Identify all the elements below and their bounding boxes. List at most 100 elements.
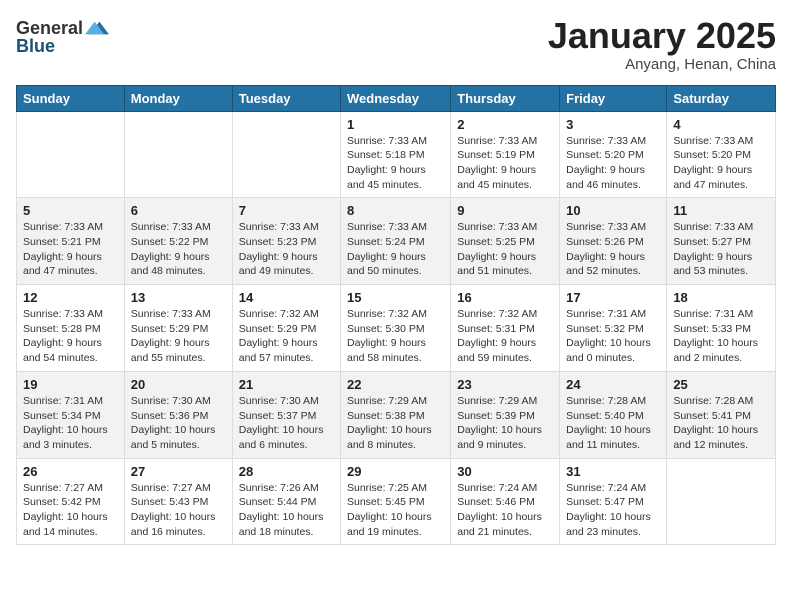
day-info: Sunrise: 7:26 AM Sunset: 5:44 PM Dayligh… (239, 481, 334, 540)
day-info: Sunrise: 7:25 AM Sunset: 5:45 PM Dayligh… (347, 481, 444, 540)
day-number: 21 (239, 377, 334, 392)
day-number: 31 (566, 464, 660, 479)
calendar-cell: 29 Sunrise: 7:25 AM Sunset: 5:45 PM Dayli… (341, 458, 451, 545)
day-number: 2 (457, 117, 553, 132)
day-info: Sunrise: 7:33 AM Sunset: 5:25 PM Dayligh… (457, 220, 553, 279)
day-info: Sunrise: 7:29 AM Sunset: 5:39 PM Dayligh… (457, 394, 553, 453)
day-number: 14 (239, 290, 334, 305)
day-info: Sunrise: 7:33 AM Sunset: 5:20 PM Dayligh… (566, 134, 660, 193)
day-info: Sunrise: 7:30 AM Sunset: 5:37 PM Dayligh… (239, 394, 334, 453)
logo-icon (85, 16, 109, 40)
day-header-wednesday: Wednesday (341, 85, 451, 111)
day-header-tuesday: Tuesday (232, 85, 340, 111)
day-info: Sunrise: 7:28 AM Sunset: 5:41 PM Dayligh… (673, 394, 769, 453)
day-info: Sunrise: 7:33 AM Sunset: 5:24 PM Dayligh… (347, 220, 444, 279)
calendar-cell: 5 Sunrise: 7:33 AM Sunset: 5:21 PM Daylig… (17, 198, 125, 285)
day-info: Sunrise: 7:32 AM Sunset: 5:31 PM Dayligh… (457, 307, 553, 366)
logo: General Blue (16, 16, 109, 57)
day-number: 5 (23, 203, 118, 218)
day-number: 6 (131, 203, 226, 218)
day-info: Sunrise: 7:31 AM Sunset: 5:34 PM Dayligh… (23, 394, 118, 453)
day-number: 17 (566, 290, 660, 305)
calendar-cell: 8Sunrise: 7:33 AM Sunset: 5:24 PM Daylig… (341, 198, 451, 285)
day-info: Sunrise: 7:33 AM Sunset: 5:22 PM Dayligh… (131, 220, 226, 279)
calendar-cell: 6 Sunrise: 7:33 AM Sunset: 5:22 PM Daylig… (124, 198, 232, 285)
calendar-cell: 3Sunrise: 7:33 AM Sunset: 5:20 PM Daylig… (560, 111, 667, 198)
day-number: 11 (673, 203, 769, 218)
calendar-cell (124, 111, 232, 198)
day-info: Sunrise: 7:27 AM Sunset: 5:42 PM Dayligh… (23, 481, 118, 540)
page: General Blue January 2025 Anyang, Henan,… (0, 0, 792, 561)
day-number: 23 (457, 377, 553, 392)
calendar-week-row: 1 Sunrise: 7:33 AM Sunset: 5:18 PM Daylig… (17, 111, 776, 198)
calendar-cell: 10Sunrise: 7:33 AM Sunset: 5:26 PM Dayli… (560, 198, 667, 285)
calendar-cell: 12 Sunrise: 7:33 AM Sunset: 5:28 PM Dayli… (17, 285, 125, 372)
header: General Blue January 2025 Anyang, Henan,… (16, 16, 776, 73)
day-info: Sunrise: 7:32 AM Sunset: 5:29 PM Dayligh… (239, 307, 334, 366)
calendar-cell (17, 111, 125, 198)
day-number: 1 (347, 117, 444, 132)
day-number: 9 (457, 203, 553, 218)
calendar-cell: 13 Sunrise: 7:33 AM Sunset: 5:29 PM Dayli… (124, 285, 232, 372)
day-info: Sunrise: 7:33 AM Sunset: 5:19 PM Dayligh… (457, 134, 553, 193)
day-number: 29 (347, 464, 444, 479)
calendar-cell: 31 Sunrise: 7:24 AM Sunset: 5:47 PM Dayli… (560, 458, 667, 545)
day-number: 30 (457, 464, 553, 479)
calendar-cell: 19 Sunrise: 7:31 AM Sunset: 5:34 PM Dayli… (17, 371, 125, 458)
day-header-friday: Friday (560, 85, 667, 111)
day-number: 18 (673, 290, 769, 305)
day-number: 10 (566, 203, 660, 218)
day-number: 7 (239, 203, 334, 218)
day-number: 24 (566, 377, 660, 392)
calendar-cell: 20 Sunrise: 7:30 AM Sunset: 5:36 PM Dayli… (124, 371, 232, 458)
calendar-table: SundayMondayTuesdayWednesdayThursdayFrid… (16, 85, 776, 546)
day-info: Sunrise: 7:33 AM Sunset: 5:21 PM Dayligh… (23, 220, 118, 279)
day-info: Sunrise: 7:30 AM Sunset: 5:36 PM Dayligh… (131, 394, 226, 453)
calendar-cell: 26 Sunrise: 7:27 AM Sunset: 5:42 PM Dayli… (17, 458, 125, 545)
day-info: Sunrise: 7:27 AM Sunset: 5:43 PM Dayligh… (131, 481, 226, 540)
day-number: 4 (673, 117, 769, 132)
calendar-cell: 24Sunrise: 7:28 AM Sunset: 5:40 PM Dayli… (560, 371, 667, 458)
calendar-cell: 25 Sunrise: 7:28 AM Sunset: 5:41 PM Dayli… (667, 371, 776, 458)
day-info: Sunrise: 7:24 AM Sunset: 5:47 PM Dayligh… (566, 481, 660, 540)
calendar-week-row: 5 Sunrise: 7:33 AM Sunset: 5:21 PM Daylig… (17, 198, 776, 285)
calendar-cell: 18 Sunrise: 7:31 AM Sunset: 5:33 PM Dayli… (667, 285, 776, 372)
title-block: January 2025 Anyang, Henan, China (548, 16, 776, 73)
calendar-header-row: SundayMondayTuesdayWednesdayThursdayFrid… (17, 85, 776, 111)
calendar-cell: 14 Sunrise: 7:32 AM Sunset: 5:29 PM Dayli… (232, 285, 340, 372)
day-info: Sunrise: 7:33 AM Sunset: 5:29 PM Dayligh… (131, 307, 226, 366)
calendar-cell (667, 458, 776, 545)
day-info: Sunrise: 7:31 AM Sunset: 5:32 PM Dayligh… (566, 307, 660, 366)
day-info: Sunrise: 7:31 AM Sunset: 5:33 PM Dayligh… (673, 307, 769, 366)
day-info: Sunrise: 7:33 AM Sunset: 5:23 PM Dayligh… (239, 220, 334, 279)
day-number: 19 (23, 377, 118, 392)
day-info: Sunrise: 7:32 AM Sunset: 5:30 PM Dayligh… (347, 307, 444, 366)
calendar-cell: 9 Sunrise: 7:33 AM Sunset: 5:25 PM Daylig… (451, 198, 560, 285)
day-info: Sunrise: 7:33 AM Sunset: 5:27 PM Dayligh… (673, 220, 769, 279)
calendar-cell: 23 Sunrise: 7:29 AM Sunset: 5:39 PM Dayli… (451, 371, 560, 458)
day-number: 27 (131, 464, 226, 479)
calendar-week-row: 12 Sunrise: 7:33 AM Sunset: 5:28 PM Dayli… (17, 285, 776, 372)
day-number: 26 (23, 464, 118, 479)
day-header-sunday: Sunday (17, 85, 125, 111)
day-number: 12 (23, 290, 118, 305)
day-number: 13 (131, 290, 226, 305)
calendar-week-row: 19 Sunrise: 7:31 AM Sunset: 5:34 PM Dayli… (17, 371, 776, 458)
day-info: Sunrise: 7:33 AM Sunset: 5:28 PM Dayligh… (23, 307, 118, 366)
calendar-cell: 15 Sunrise: 7:32 AM Sunset: 5:30 PM Dayli… (341, 285, 451, 372)
calendar-week-row: 26 Sunrise: 7:27 AM Sunset: 5:42 PM Dayli… (17, 458, 776, 545)
calendar-cell: 2 Sunrise: 7:33 AM Sunset: 5:19 PM Daylig… (451, 111, 560, 198)
calendar-cell: 1 Sunrise: 7:33 AM Sunset: 5:18 PM Daylig… (341, 111, 451, 198)
day-number: 20 (131, 377, 226, 392)
calendar-cell: 21 Sunrise: 7:30 AM Sunset: 5:37 PM Dayli… (232, 371, 340, 458)
day-info: Sunrise: 7:33 AM Sunset: 5:18 PM Dayligh… (347, 134, 444, 193)
day-number: 15 (347, 290, 444, 305)
day-number: 28 (239, 464, 334, 479)
calendar-cell: 4Sunrise: 7:33 AM Sunset: 5:20 PM Daylig… (667, 111, 776, 198)
calendar-cell: 16 Sunrise: 7:32 AM Sunset: 5:31 PM Dayli… (451, 285, 560, 372)
day-number: 25 (673, 377, 769, 392)
calendar-cell: 17 Sunrise: 7:31 AM Sunset: 5:32 PM Dayli… (560, 285, 667, 372)
day-header-thursday: Thursday (451, 85, 560, 111)
month-title: January 2025 (548, 16, 776, 56)
day-number: 16 (457, 290, 553, 305)
